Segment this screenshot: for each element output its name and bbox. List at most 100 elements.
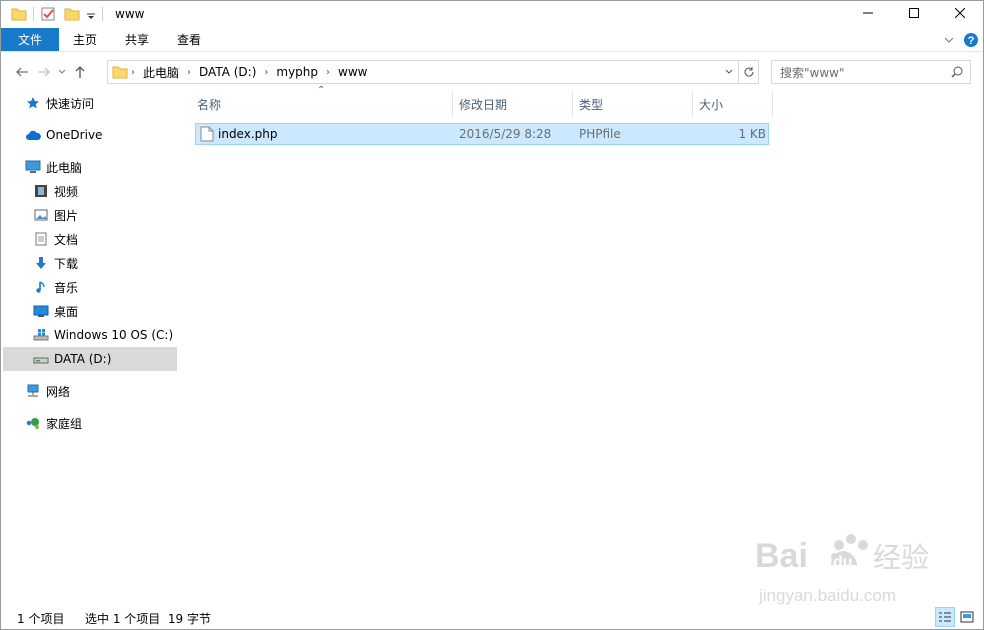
tab-file[interactable]: 文件	[1, 28, 59, 51]
sidebar-item-label: 家庭组	[46, 416, 83, 431]
sidebar-item-homegroup[interactable]: 家庭组	[3, 411, 177, 435]
close-button[interactable]	[937, 1, 983, 25]
column-header-type[interactable]: 类型	[573, 91, 693, 117]
maximize-icon	[909, 8, 919, 18]
breadcrumb-data-drive[interactable]: DATA (D:)	[194, 65, 261, 79]
file-list: ⌃ 名称 修改日期 类型 大小 index.php 2016/5/29 8:28…	[181, 85, 981, 601]
sidebar-item-c-drive[interactable]: Windows 10 OS (C:)	[3, 323, 177, 347]
customize-toolbar-icon[interactable]	[86, 6, 96, 22]
sidebar-item-videos[interactable]: 视频	[3, 179, 177, 203]
column-header-label: 名称	[197, 97, 222, 112]
sidebar-item-label: 桌面	[54, 304, 79, 319]
tab-home[interactable]: 主页	[59, 28, 111, 51]
breadcrumb-this-pc[interactable]: 此电脑	[138, 64, 184, 81]
file-type: PHPfile	[579, 127, 621, 141]
large-icons-view-icon	[960, 611, 974, 623]
address-history-button[interactable]	[718, 61, 738, 83]
homegroup-icon	[25, 415, 41, 431]
arrow-up-icon	[75, 66, 85, 78]
forward-button[interactable]	[33, 61, 55, 83]
sidebar-item-label: DATA (D:)	[54, 352, 112, 366]
breadcrumb-separator[interactable]: ›	[184, 67, 194, 78]
toolbar-divider	[102, 7, 103, 21]
search-placeholder: 搜索"www"	[780, 65, 845, 80]
details-view-icon	[939, 612, 951, 622]
network-icon	[25, 383, 41, 399]
sidebar-item-onedrive[interactable]: OneDrive	[3, 123, 177, 147]
sidebar-item-documents[interactable]: 文档	[3, 227, 177, 251]
up-button[interactable]	[69, 61, 91, 83]
arrow-right-icon	[38, 67, 50, 77]
refresh-icon	[744, 67, 754, 77]
drive-icon	[33, 351, 49, 367]
navigation-pane: 快速访问 OneDrive 此电脑 视频 图片 文档 下载 音乐 桌面 Wind…	[3, 91, 177, 601]
music-icon	[33, 279, 49, 295]
minimize-button[interactable]	[845, 1, 891, 25]
breadcrumb-separator[interactable]: ›	[128, 67, 138, 78]
desktop-icon	[33, 303, 49, 319]
address-bar[interactable]: › 此电脑 › DATA (D:) › myphp › www	[107, 60, 759, 84]
window-title: www	[115, 7, 145, 21]
folder-icon	[11, 6, 27, 22]
onedrive-cloud-icon	[25, 127, 41, 143]
sidebar-item-music[interactable]: 音乐	[3, 275, 177, 299]
refresh-button[interactable]	[738, 61, 758, 83]
sidebar-item-label: OneDrive	[46, 128, 103, 142]
sidebar-item-label: 音乐	[54, 280, 79, 295]
column-header-size[interactable]: 大小	[693, 91, 773, 117]
ribbon-right-controls: ?	[943, 32, 979, 51]
details-view-button[interactable]	[935, 607, 955, 627]
sidebar-item-network[interactable]: 网络	[3, 379, 177, 403]
sidebar-item-label: 文档	[54, 232, 79, 247]
selection-info: 选中 1 个项目 19 字节	[85, 612, 211, 626]
search-icon[interactable]	[950, 65, 964, 82]
arrow-left-icon	[16, 67, 28, 77]
large-icons-view-button[interactable]	[957, 607, 977, 627]
back-button[interactable]	[11, 61, 33, 83]
column-header-date-modified[interactable]: 修改日期	[453, 91, 573, 117]
help-icon[interactable]: ?	[963, 32, 979, 51]
folder-icon	[112, 64, 128, 80]
maximize-button[interactable]	[891, 1, 937, 25]
sidebar-item-pictures[interactable]: 图片	[3, 203, 177, 227]
sidebar-item-downloads[interactable]: 下载	[3, 251, 177, 275]
star-icon	[25, 95, 41, 111]
breadcrumb-separator[interactable]: ›	[261, 67, 271, 78]
computer-icon	[25, 159, 41, 175]
breadcrumb-www[interactable]: www	[333, 65, 372, 79]
sidebar-item-d-drive[interactable]: DATA (D:)	[3, 347, 177, 371]
tab-share[interactable]: 共享	[111, 28, 163, 51]
sidebar-item-desktop[interactable]: 桌面	[3, 299, 177, 323]
view-switcher	[935, 607, 977, 627]
explorer-window: www 文件 主页 共享 查看 ? › 此电脑 › DATA (D:) › my…	[0, 0, 984, 630]
file-row[interactable]: index.php 2016/5/29 8:28 PHPfile 1 KB	[195, 123, 769, 145]
properties-icon[interactable]	[40, 6, 56, 22]
expand-ribbon-icon[interactable]	[943, 34, 955, 49]
chevron-down-icon	[725, 69, 732, 74]
file-name[interactable]: index.php	[218, 124, 277, 144]
window-controls	[845, 1, 983, 25]
sidebar-item-label: 视频	[54, 184, 79, 199]
column-header-label: 类型	[579, 97, 604, 112]
sidebar-item-label: 下载	[54, 256, 79, 271]
column-header-name[interactable]: 名称	[191, 91, 453, 117]
sidebar-item-quick-access[interactable]: 快速访问	[3, 91, 177, 115]
breadcrumb-separator[interactable]: ›	[323, 67, 333, 78]
sidebar-item-label: 此电脑	[46, 160, 83, 175]
download-icon	[33, 255, 49, 271]
file-date-modified: 2016/5/29 8:28	[459, 127, 552, 141]
search-input[interactable]: 搜索"www"	[771, 60, 971, 84]
sidebar-item-this-pc[interactable]: 此电脑	[3, 155, 177, 179]
address-controls	[718, 61, 758, 83]
new-folder-icon[interactable]	[64, 6, 80, 22]
column-header-label: 大小	[699, 97, 724, 112]
file-size: 1 KB	[738, 127, 766, 141]
status-bar: 1 个项目 选中 1 个项目 19 字节	[1, 605, 983, 629]
recent-locations-button[interactable]	[55, 61, 69, 83]
tab-view[interactable]: 查看	[163, 28, 215, 51]
document-icon	[33, 231, 49, 247]
breadcrumb-myphp[interactable]: myphp	[271, 65, 323, 79]
